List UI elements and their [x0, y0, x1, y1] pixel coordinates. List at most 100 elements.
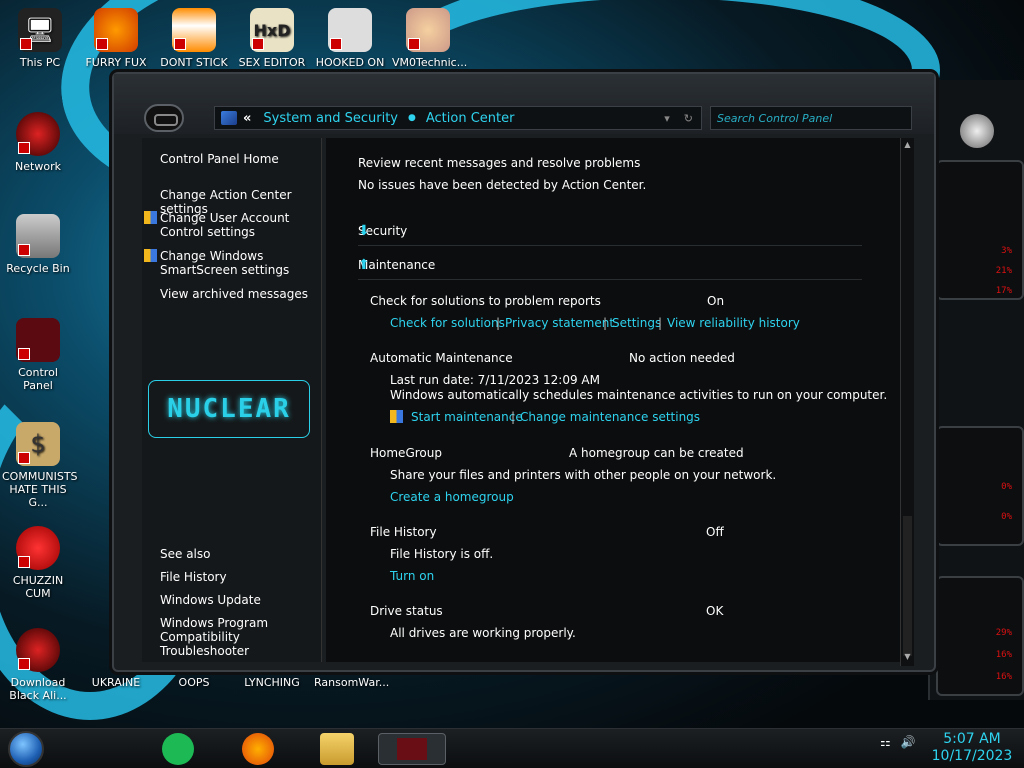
address-dropdown-icon[interactable]: ▾ — [664, 112, 670, 125]
volume-icon[interactable]: 🔊 — [901, 735, 916, 749]
page-subheading: No issues have been detected by Action C… — [358, 178, 647, 192]
gadget-readout: 16% — [995, 672, 1012, 682]
start-orb-icon[interactable] — [8, 731, 44, 767]
homegroup-status: A homegroup can be created — [569, 446, 744, 460]
desktop-icon-download-black-ali[interactable]: Download Black Ali... — [2, 628, 74, 702]
desktop-icon-oops[interactable]: OOPS — [158, 676, 230, 689]
link-change-uac-settings[interactable]: Change User Account Control settings — [144, 211, 322, 239]
taskbar-clock[interactable]: 5:07 AM 10/17/2023 — [930, 731, 1014, 765]
file-history-status: Off — [706, 525, 724, 539]
gadget-box: 0% 0% — [936, 426, 1024, 546]
gadget-readout: 0% — [1001, 512, 1012, 522]
action-center-flag-icon — [221, 111, 237, 125]
control-panel-taskbar-icon — [397, 738, 427, 760]
section-maintenance[interactable]: Maintenance ⬆ — [358, 250, 862, 280]
scroll-up-icon[interactable]: ▲ — [902, 140, 913, 150]
link-settings[interactable]: Settings — [612, 316, 661, 330]
address-bar[interactable]: « System and Security ● Action Center ▾ ↻ — [214, 106, 702, 130]
breadcrumb-system-and-security[interactable]: System and Security — [263, 111, 398, 126]
link-turn-on-file-history[interactable]: Turn on — [390, 569, 434, 583]
desktop-icon-furry-fux[interactable]: FURRY FUX — [80, 8, 152, 69]
address-overflow-icon[interactable]: « — [243, 111, 251, 126]
see-also-heading: See also — [160, 547, 211, 561]
drive-status-value: OK — [706, 604, 724, 618]
gadget-box: 3% 21% 17% — [936, 160, 1024, 300]
spotify-icon[interactable] — [162, 733, 194, 765]
problem-reports-label: Check for solutions to problem reports — [370, 294, 601, 308]
gadget-panel: 3% 21% 17% 0% 0% 29% 16% 16% — [928, 80, 1024, 700]
link-separator: | — [658, 316, 663, 330]
link-change-maintenance-settings[interactable]: Change maintenance settings — [520, 410, 700, 424]
gadget-box: 29% 16% 16% — [936, 576, 1024, 696]
link-windows-update[interactable]: Windows Update — [160, 593, 261, 607]
breadcrumb-action-center[interactable]: Action Center — [426, 111, 515, 126]
link-file-history[interactable]: File History — [160, 570, 227, 584]
search-input[interactable] — [711, 107, 911, 129]
breadcrumb-separator-icon[interactable]: ● — [408, 113, 416, 123]
auto-maintenance-label: Automatic Maintenance — [370, 351, 513, 365]
gadget-readout: 17% — [995, 286, 1012, 296]
control-panel-icon — [16, 318, 60, 362]
desktop-icon-communists[interactable]: $ COMMUNISTS HATE THIS G... — [2, 422, 78, 509]
desktop-icon-ukraine[interactable]: UKRAINE — [80, 676, 152, 689]
section-security[interactable]: Security ⬇ — [358, 216, 862, 246]
desktop-icon-chuzzin[interactable]: CHUZZIN CUM — [2, 526, 74, 600]
control-panel-taskbar-button[interactable] — [378, 733, 446, 765]
link-check-for-solutions[interactable]: Check for solutions — [390, 316, 505, 330]
gadget-readout: 3% — [1001, 246, 1012, 256]
desktop-icon-dont-stick[interactable]: DONT STICK — [158, 8, 230, 69]
desktop-icon-lynching[interactable]: LYNCHING — [236, 676, 308, 689]
link-create-homegroup[interactable]: Create a homegroup — [390, 490, 514, 504]
window-titlebar[interactable]: « System and Security ● Action Center ▾ ↻ — [114, 74, 934, 134]
firefox-icon — [94, 8, 138, 52]
content-scrollbar[interactable]: ▲ ▼ — [900, 138, 914, 666]
link-separator: | — [496, 316, 501, 330]
scroll-down-icon[interactable]: ▼ — [902, 652, 913, 662]
last-run-date: Last run date: 7/11/2023 12:09 AM — [390, 373, 600, 387]
desktop-icon-recycle-bin[interactable]: Recycle Bin — [2, 214, 74, 275]
gadget-readout: 21% — [995, 266, 1012, 276]
link-privacy-statement[interactable]: Privacy statement — [505, 316, 614, 330]
desktop-icon-network[interactable]: Network — [2, 112, 74, 173]
alienware-icon — [16, 628, 60, 672]
link-view-reliability-history[interactable]: View reliability history — [667, 316, 800, 330]
file-explorer-icon[interactable] — [320, 733, 354, 765]
gadget-readout: 16% — [995, 650, 1012, 660]
link-separator: | — [511, 410, 516, 424]
computer-icon: 🖥 — [18, 8, 62, 52]
desktop-icon-this-pc[interactable]: 🖥 This PC — [4, 8, 76, 69]
file-history-desc: File History is off. — [390, 547, 494, 561]
network-tray-icon[interactable]: ⚏ — [880, 735, 891, 749]
hex-editor-icon: HxD — [250, 8, 294, 52]
refresh-icon[interactable]: ↻ — [684, 112, 693, 125]
network-icon — [16, 112, 60, 156]
desktop-icon-vm0technic[interactable]: VM0Technic... — [392, 8, 467, 69]
maze-icon — [328, 8, 372, 52]
link-control-panel-home[interactable]: Control Panel Home — [160, 152, 279, 166]
desktop-icon-ransomware[interactable]: RansomWar... — [314, 676, 389, 689]
desktop-icon-control-panel[interactable]: Control Panel — [2, 318, 74, 392]
alienware-logo-icon — [960, 114, 994, 148]
desktop-icon-hooked-on[interactable]: HOOKED ON — [314, 8, 386, 69]
technician-icon — [406, 8, 450, 52]
expand-arrow-down-icon[interactable]: ⬇ — [358, 224, 372, 238]
link-change-smartscreen-settings[interactable]: Change Windows SmartScreen settings — [144, 249, 324, 277]
page-heading: Review recent messages and resolve probl… — [358, 156, 641, 170]
gadget-readout: 0% — [1001, 482, 1012, 492]
search-box[interactable] — [710, 106, 912, 130]
collapse-arrow-up-icon[interactable]: ⬆ — [358, 258, 372, 272]
money-bag-icon: $ — [16, 422, 60, 466]
file-history-label: File History — [370, 525, 437, 539]
nuclear-logo: NUCLEAR — [148, 380, 310, 438]
clock-time: 5:07 AM — [943, 731, 1001, 747]
clock-date: 10/17/2023 — [931, 748, 1013, 764]
window-orb-icon[interactable] — [144, 104, 184, 132]
link-start-maintenance[interactable]: Start maintenance — [411, 410, 523, 424]
desktop-icon-sex-editor[interactable]: HxD SEX EDITOR — [236, 8, 308, 69]
homegroup-label: HomeGroup — [370, 446, 442, 460]
firefox-taskbar-icon[interactable] — [242, 733, 274, 765]
scrollbar-thumb[interactable] — [903, 516, 912, 656]
task-pane: Control Panel Home Change Action Center … — [142, 138, 322, 662]
link-view-archived-messages[interactable]: View archived messages — [160, 287, 308, 301]
link-compatibility-troubleshooter[interactable]: Windows Program Compatibility Troublesho… — [160, 616, 322, 658]
